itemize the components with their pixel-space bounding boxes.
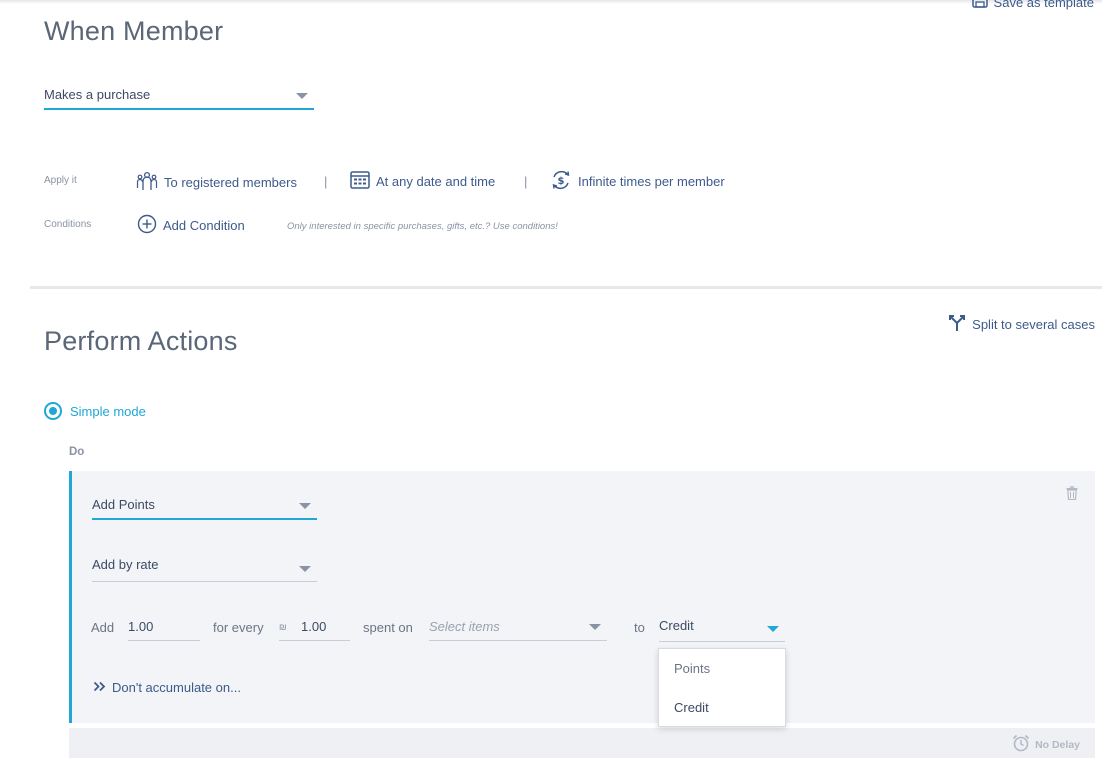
for-every-label: for every: [213, 620, 264, 635]
separator: |: [324, 174, 328, 189]
trigger-title: When Member: [44, 16, 224, 46]
split-icon: [948, 314, 966, 335]
for-every-input[interactable]: ₪ 1.00: [279, 612, 350, 641]
save-as-template-label: Save as template: [993, 0, 1094, 10]
dont-accumulate-label: Don't accumulate on...: [112, 680, 241, 695]
trigger-event-select[interactable]: Makes a purchase: [44, 80, 314, 110]
add-value-input[interactable]: 1.00: [128, 612, 200, 641]
action-type-select[interactable]: Add Points: [92, 490, 317, 520]
add-method-select[interactable]: Add by rate: [92, 550, 317, 582]
separator: |: [524, 174, 528, 189]
apply-date-label: At any date and time: [376, 173, 496, 189]
for-every-value: 1.00: [301, 619, 327, 634]
spent-on-label: spent on: [363, 620, 413, 635]
plus-circle-icon: [137, 214, 157, 237]
conditions-label: Conditions: [44, 219, 92, 230]
add-method-value: Add by rate: [92, 557, 159, 572]
actions-title: Perform Actions: [44, 326, 238, 356]
dont-accumulate-link[interactable]: Don't accumulate on...: [93, 680, 241, 695]
to-label: to: [634, 620, 645, 635]
calendar-icon: [350, 170, 370, 192]
chevron-down-icon: [767, 626, 779, 632]
apply-times-link[interactable]: $ Infinite times per member: [550, 169, 725, 194]
repeat-dollar-icon: $: [550, 169, 572, 194]
split-cases-label: Split to several cases: [972, 317, 1095, 332]
items-select[interactable]: Select items: [429, 612, 607, 641]
double-chevron-right-icon: [93, 680, 106, 695]
top-shadow: [0, 0, 1102, 4]
apply-date-link[interactable]: At any date and time: [350, 170, 495, 192]
do-label: Do: [69, 446, 85, 458]
dropdown-option-credit[interactable]: Credit: [674, 700, 709, 715]
no-delay-label: No Delay: [1035, 738, 1080, 751]
radio-selected-icon: [44, 402, 62, 420]
apply-registered-link[interactable]: To registered members: [136, 171, 297, 194]
add-condition-label: Add Condition: [163, 218, 245, 233]
chevron-down-icon: [589, 624, 601, 630]
apply-times-label: Infinite times per member: [578, 174, 725, 189]
people-icon: [136, 171, 158, 194]
delay-bar: [69, 728, 1095, 758]
split-cases-button[interactable]: Split to several cases: [948, 314, 1095, 335]
chevron-down-icon: [299, 566, 311, 572]
add-label: Add: [91, 620, 115, 635]
apply-label: Apply it: [44, 175, 77, 186]
action-type-value: Add Points: [92, 497, 155, 512]
save-icon: [971, 0, 988, 11]
chevron-down-icon: [296, 93, 308, 99]
trigger-event-value: Makes a purchase: [44, 87, 151, 102]
add-value: 1.00: [128, 619, 154, 634]
chevron-down-icon: [299, 503, 311, 509]
items-placeholder: Select items: [429, 619, 500, 634]
dropdown-option-points[interactable]: Points: [674, 661, 710, 676]
to-dropdown-menu: Points Credit: [658, 648, 786, 727]
section-divider: [30, 286, 1102, 289]
simple-mode-radio[interactable]: Simple mode: [44, 402, 146, 420]
currency-icon: ₪: [279, 622, 287, 632]
add-condition-button[interactable]: Add Condition: [137, 214, 245, 237]
save-as-template-button[interactable]: Save as template: [971, 0, 1094, 11]
simple-mode-label: Simple mode: [70, 403, 146, 419]
to-select[interactable]: Credit: [659, 612, 785, 642]
apply-registered-label: To registered members: [164, 175, 297, 190]
to-value: Credit: [659, 618, 694, 633]
trash-icon[interactable]: [1066, 486, 1078, 505]
alarm-clock-icon: [1012, 734, 1030, 755]
conditions-hint: Only interested in specific purchases, g…: [287, 221, 558, 232]
svg-text:$: $: [558, 176, 565, 187]
no-delay-button[interactable]: No Delay: [1012, 734, 1080, 755]
